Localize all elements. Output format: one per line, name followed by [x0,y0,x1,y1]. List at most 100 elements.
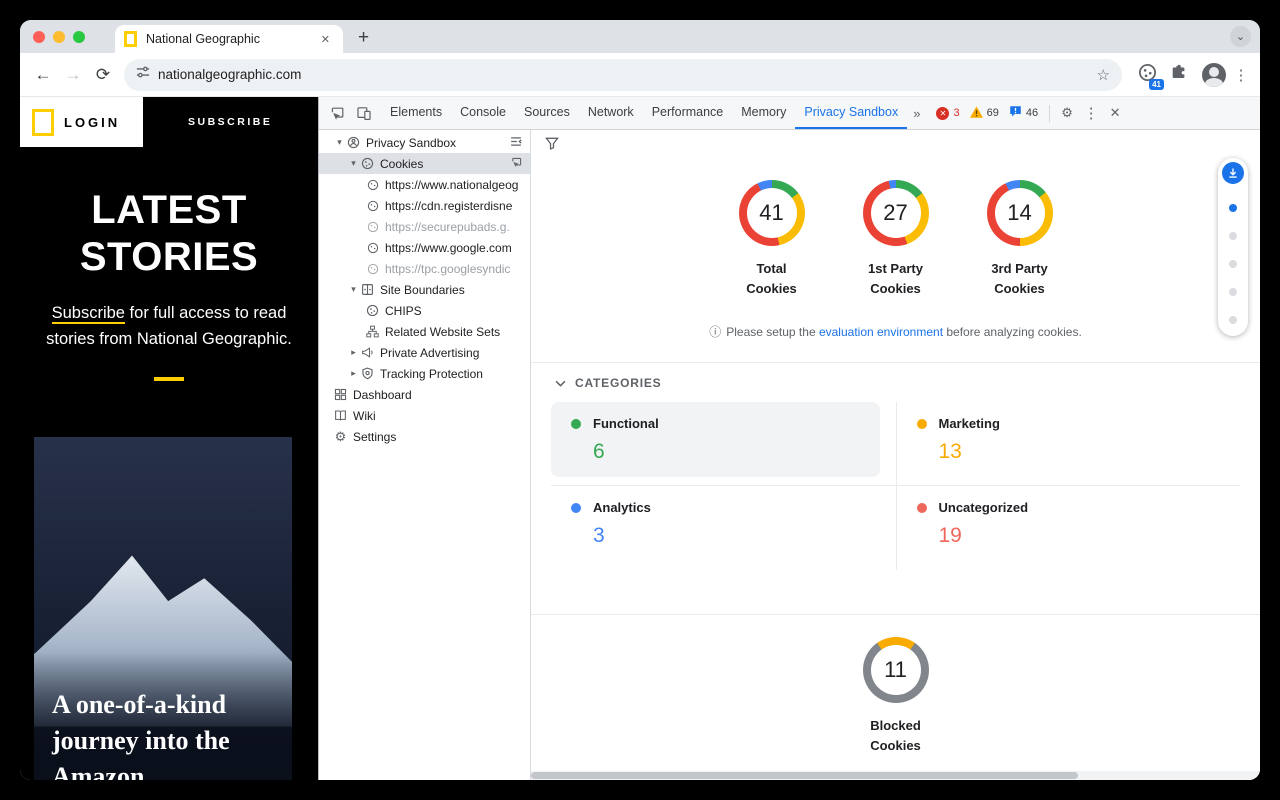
tree-item-privacy-sandbox[interactable]: ▾ Privacy Sandbox [319,132,530,153]
cookie-domain-icon [365,178,380,192]
expand-arrow-icon[interactable]: ▾ [347,284,360,295]
tree-item-cookies[interactable]: ▾ Cookies [319,153,530,174]
tree-item-related-website-sets[interactable]: Related Website Sets [319,321,530,342]
third-party-label: 3rd Party Cookies [970,259,1070,299]
close-window-button[interactable] [33,31,45,43]
natgeo-favicon [124,31,137,47]
profile-avatar[interactable] [1202,63,1226,87]
address-bar[interactable]: nationalgeographic.com ☆ [124,59,1122,91]
tree-item-url-securepubads[interactable]: https://securepubads.g. [319,216,530,237]
devtools-menu-kebab-icon[interactable]: ⋮ [1079,104,1103,122]
desktop: { "browser": { "tab_title": "National Ge… [0,0,1280,800]
pager-dot[interactable] [1229,316,1237,324]
tree-item-settings[interactable]: ⚙ Settings [319,426,530,447]
browser-tab[interactable]: National Geographic ✕ [115,25,343,53]
tab-close-icon[interactable]: ✕ [317,31,334,48]
marketing-dot-icon [917,419,927,429]
amazon-hero-image[interactable]: A one-of-a-kind journey into the Amazon [34,437,292,781]
tab-elements[interactable]: Elements [381,97,451,129]
traffic-lights [33,31,85,43]
category-value: 6 [593,440,659,464]
inspect-cookies-icon[interactable] [511,156,523,171]
tree-item-private-advertising[interactable]: ▸ Private Advertising [319,342,530,363]
tab-console[interactable]: Console [451,97,515,129]
tree-item-site-boundaries[interactable]: ▾ Site Boundaries [319,279,530,300]
categories-section-header[interactable]: CATEGORIES [555,376,1260,390]
console-counters[interactable]: ✕ 3 69 46 [936,105,1044,121]
category-name: Analytics [593,500,651,515]
maximize-window-button[interactable] [73,31,85,43]
more-tabs-icon[interactable]: » [907,106,926,121]
tree-item-wiki[interactable]: Wiki [319,405,530,426]
category-value: 19 [939,524,1029,548]
total-cookies-value: 41 [739,180,805,246]
scrollbar-thumb[interactable] [531,772,1078,779]
collapsed-arrow-icon[interactable]: ▸ [347,368,360,379]
category-card-functional[interactable]: Functional 6 [551,402,896,486]
tab-network[interactable]: Network [579,97,643,129]
login-link[interactable]: LOGIN [64,115,120,130]
tree-item-tracking-protection[interactable]: ▸ Tracking Protection [319,363,530,384]
blocked-cookies-value: 11 [863,637,929,703]
tab-memory[interactable]: Memory [732,97,795,129]
tree-item-dashboard[interactable]: Dashboard [319,384,530,405]
collapse-sidebar-icon[interactable] [509,135,523,151]
category-card-uncategorized[interactable]: Uncategorized 19 [896,486,1241,570]
tree-item-url-google[interactable]: https://www.google.com [319,237,530,258]
forward-button[interactable]: → [58,65,88,85]
extensions-puzzle-icon[interactable] [1166,63,1192,86]
panel-toolbar [531,130,1260,158]
category-card-analytics[interactable]: Analytics 3 [551,486,896,570]
first-party-value: 27 [863,180,929,246]
expand-arrow-icon[interactable]: ▾ [333,137,346,148]
browser-menu-kebab-icon[interactable]: ⋮ [1230,66,1252,84]
devtools-panel: Elements Console Sources Network Perform… [318,97,1260,780]
collapsed-arrow-icon[interactable]: ▸ [347,347,360,358]
psat-extension-icon[interactable]: 41 [1134,63,1160,87]
natgeo-logo[interactable] [32,109,54,136]
horizontal-scrollbar[interactable] [531,771,1260,780]
bookmark-star-icon[interactable]: ☆ [1097,66,1110,84]
cookie-donut-charts: 41 Total Cookies 27 [531,180,1260,299]
tree-item-url-registerdisney[interactable]: https://cdn.registerdisne [319,195,530,216]
tab-performance[interactable]: Performance [643,97,733,129]
category-value: 13 [939,440,1000,464]
yellow-divider [154,377,184,381]
pager-dot[interactable] [1229,260,1237,268]
cookie-domain-icon [365,199,380,213]
pager-dot[interactable] [1229,288,1237,296]
minimize-window-button[interactable] [53,31,65,43]
inspect-element-icon[interactable] [325,100,351,126]
tree-item-chips[interactable]: CHIPS [319,300,530,321]
evaluation-environment-link[interactable]: evaluation environment [819,325,943,339]
tree-item-url-googlesyndication[interactable]: https://tpc.googlesyndic [319,258,530,279]
extension-badge: 41 [1149,79,1164,90]
category-card-marketing[interactable]: Marketing 13 [896,402,1241,486]
devtools-body: ▾ Privacy Sandbox ▾ [319,130,1260,780]
tab-privacy-sandbox[interactable]: Privacy Sandbox [795,97,907,129]
tree-item-url-nationalgeographic[interactable]: https://www.nationalgeog [319,174,530,195]
tab-search-chevron-icon[interactable]: ⌄ [1230,26,1251,47]
third-party-value: 14 [987,180,1053,246]
device-toolbar-icon[interactable] [351,100,377,126]
new-tab-button[interactable]: + [358,28,369,47]
pager-dot[interactable] [1229,232,1237,240]
devtools-close-icon[interactable]: ✕ [1103,105,1127,121]
subscribe-link[interactable]: Subscribe [52,304,125,324]
download-report-button[interactable] [1222,162,1244,184]
tab-sources[interactable]: Sources [515,97,579,129]
browser-window: National Geographic ✕ + ⌄ ← → ⟳ national… [20,20,1260,780]
cookie-domain-icon [365,220,380,234]
category-value: 3 [593,524,651,548]
subscribe-button[interactable]: SUBSCRIBE [143,97,318,147]
devtools-settings-gear-icon[interactable]: ⚙ [1055,105,1079,121]
back-button[interactable]: ← [28,65,58,85]
expand-arrow-icon[interactable]: ▾ [347,158,360,169]
filter-icon[interactable] [545,137,559,154]
blocked-cookies-label: Blocked Cookies [870,716,921,756]
pager-dot[interactable] [1229,204,1237,212]
warning-icon [970,106,983,121]
site-settings-icon[interactable] [136,65,150,84]
natgeo-header: LOGIN SUBSCRIBE [20,97,318,147]
reload-button[interactable]: ⟳ [88,65,118,85]
